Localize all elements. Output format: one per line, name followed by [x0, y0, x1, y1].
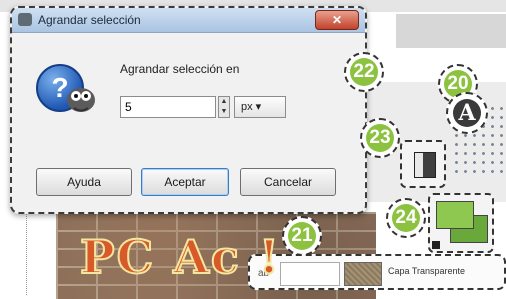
- grow-selection-dialog: Agrandar selección ✕ ? Agrandar selecció…: [10, 6, 367, 214]
- cancel-button[interactable]: Cancelar: [240, 168, 336, 196]
- gimp-mascot-icon: [67, 88, 95, 112]
- callout-24: 24: [386, 198, 426, 238]
- callout-number: 23: [366, 124, 394, 152]
- unit-select[interactable]: px ▾: [234, 96, 286, 118]
- tool-options-swatch[interactable]: [400, 140, 446, 188]
- toolbar-background: [396, 14, 506, 48]
- callout-23: 23: [360, 118, 400, 158]
- graffiti-text: PC Ac !: [79, 229, 282, 285]
- callout-number: 24: [392, 204, 420, 232]
- color-selector[interactable]: [428, 193, 494, 253]
- callout-number: 22: [350, 58, 378, 86]
- tool-options-icon: [414, 152, 436, 178]
- close-button[interactable]: ✕: [315, 10, 359, 30]
- callout-21: 21: [282, 216, 322, 256]
- grow-amount-spinner[interactable]: ▲ ▼: [218, 96, 230, 118]
- callout-22: 22: [344, 52, 384, 92]
- grow-amount-label: Agrandar selección en: [120, 62, 240, 76]
- layer-thumbnail: [344, 262, 382, 286]
- callout-number: 21: [288, 222, 316, 250]
- ok-button[interactable]: Aceptar: [141, 168, 229, 196]
- layer-mask-thumbnail: [280, 262, 340, 286]
- help-button[interactable]: Ayuda: [36, 168, 132, 196]
- dialog-titlebar[interactable]: Agrandar selección ✕: [12, 8, 365, 33]
- text-tool-icon[interactable]: A: [446, 92, 488, 134]
- gimp-icon: [18, 13, 32, 26]
- dialog-title: Agrandar selección: [38, 13, 141, 27]
- text-tool-letter: A: [453, 99, 481, 127]
- layer-name[interactable]: Capa Transparente: [388, 266, 465, 276]
- foreground-color-swatch[interactable]: [436, 201, 474, 229]
- layer-row[interactable]: ab Capa Transparente: [248, 254, 506, 290]
- default-colors-icon[interactable]: [432, 241, 440, 249]
- page-guide-line: [26, 205, 27, 295]
- grow-amount-input[interactable]: [120, 96, 216, 118]
